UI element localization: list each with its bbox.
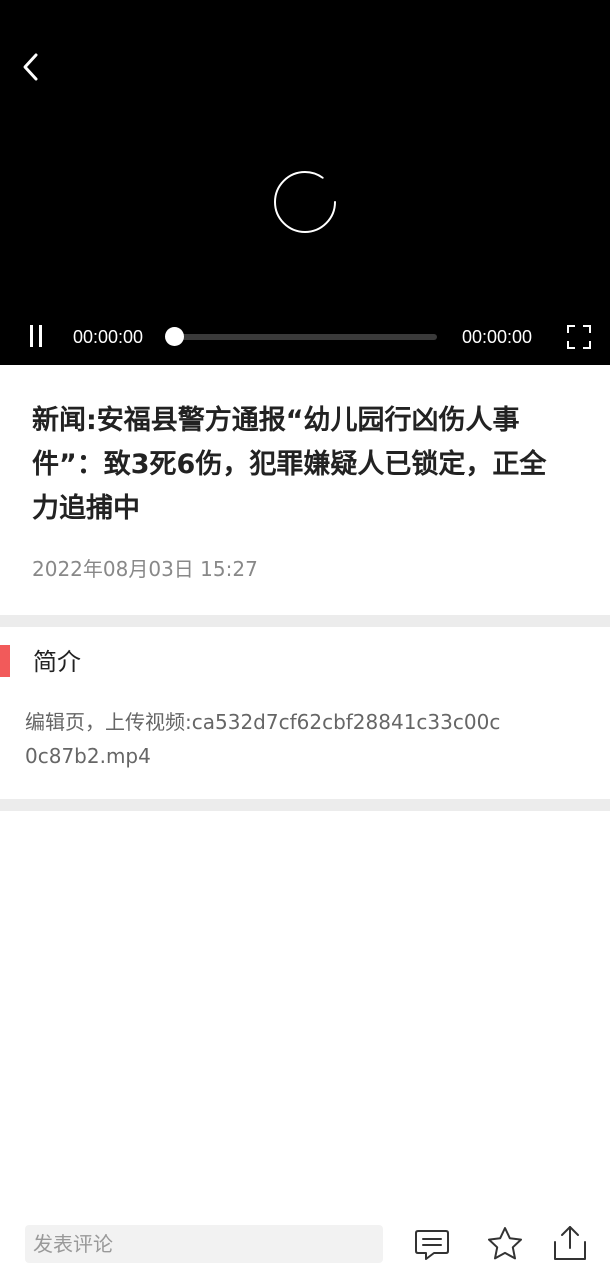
comment-icon[interactable]	[412, 1224, 452, 1264]
section-divider	[0, 615, 610, 627]
player-controls: 00:00:00 00:00:00	[0, 316, 610, 356]
total-time: 00:00:00	[462, 327, 533, 347]
video-player[interactable]: 00:00:00 00:00:00	[0, 0, 610, 365]
article-header: 新闻:安福县警方通报“幼儿园行凶伤人事件”：致3死6伤，犯罪嫌疑人已锁定，正全力…	[0, 365, 610, 615]
intro-heading: 简介	[33, 648, 81, 676]
star-icon[interactable]	[485, 1224, 525, 1264]
intro-section: 简介 编辑页，上传视频:ca532d7cf62cbf28841c33c00c0c…	[0, 627, 610, 799]
share-icon[interactable]	[550, 1224, 590, 1264]
back-button[interactable]	[14, 50, 48, 84]
publish-date: 2022年08月03日 15:27	[32, 557, 258, 581]
bottom-action-bar	[0, 1210, 610, 1280]
intro-body: 编辑页，上传视频:ca532d7cf62cbf28841c33c00c0c87b…	[25, 710, 501, 768]
current-time: 00:00:00	[73, 327, 144, 347]
article-title: 新闻:安福县警方通报“幼儿园行凶伤人事件”：致3死6伤，犯罪嫌疑人已锁定，正全力…	[32, 405, 547, 524]
chevron-left-icon	[23, 53, 38, 81]
pause-icon	[30, 325, 33, 347]
loading-spinner-icon	[274, 171, 336, 233]
section-divider	[0, 799, 610, 811]
progress-thumb[interactable]	[165, 327, 184, 346]
progress-bar[interactable]	[175, 334, 437, 340]
intro-accent-bar	[0, 645, 10, 677]
comment-input[interactable]	[25, 1225, 383, 1263]
fullscreen-icon[interactable]	[566, 324, 592, 350]
pause-button[interactable]	[22, 322, 50, 350]
